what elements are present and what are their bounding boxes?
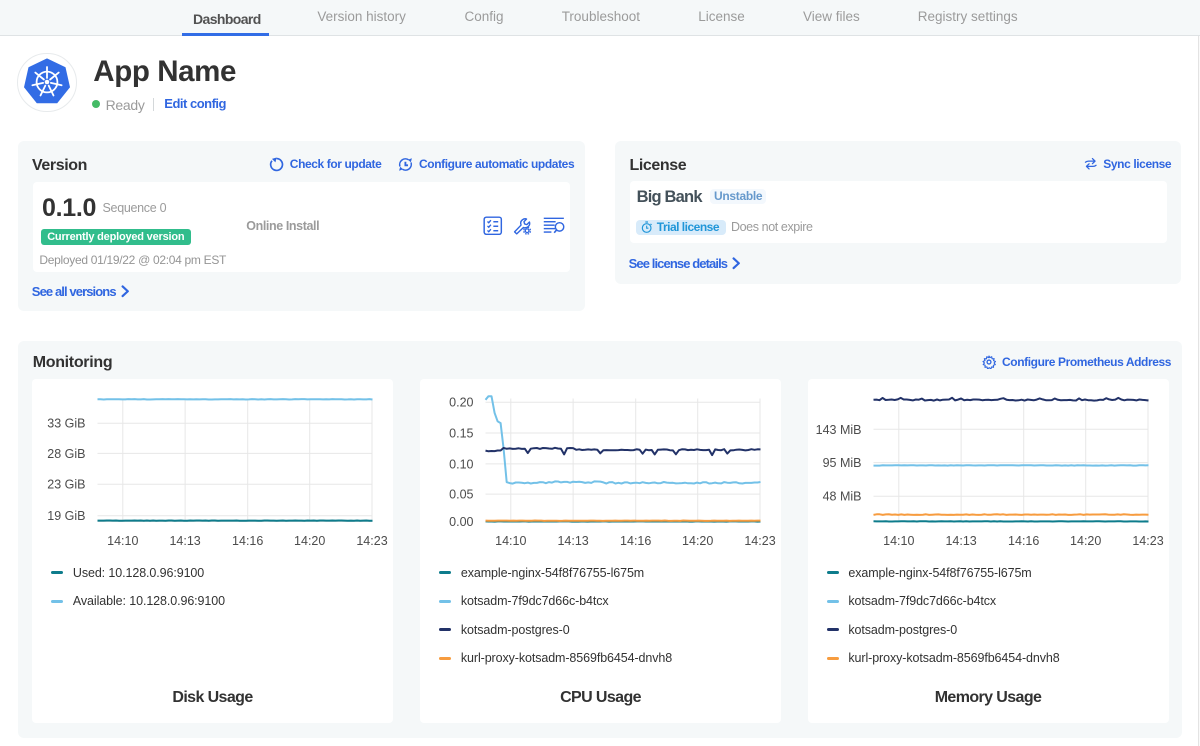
svg-text:48 MiB: 48 MiB xyxy=(822,490,861,504)
svg-text:14:20: 14:20 xyxy=(294,534,325,548)
svg-text:14:10: 14:10 xyxy=(883,534,914,548)
svg-text:28 GiB: 28 GiB xyxy=(47,447,85,461)
svg-text:95 MiB: 95 MiB xyxy=(822,456,861,470)
svg-text:14:23: 14:23 xyxy=(356,534,387,548)
svg-text:14:13: 14:13 xyxy=(945,534,976,548)
svg-text:14:10: 14:10 xyxy=(107,534,138,548)
svg-text:14:23: 14:23 xyxy=(1132,534,1163,548)
svg-text:14:10: 14:10 xyxy=(495,534,526,548)
svg-text:14:16: 14:16 xyxy=(232,534,263,548)
svg-text:14:23: 14:23 xyxy=(744,534,775,548)
svg-text:14:13: 14:13 xyxy=(557,534,588,548)
svg-text:14:16: 14:16 xyxy=(620,534,651,548)
svg-text:23 GiB: 23 GiB xyxy=(47,478,85,492)
svg-text:0.00: 0.00 xyxy=(449,515,473,529)
svg-text:14:20: 14:20 xyxy=(682,534,713,548)
svg-text:0.15: 0.15 xyxy=(449,427,473,441)
svg-text:14:20: 14:20 xyxy=(1070,534,1101,548)
svg-text:14:16: 14:16 xyxy=(1008,534,1039,548)
svg-text:33 GiB: 33 GiB xyxy=(47,417,85,431)
svg-text:0.10: 0.10 xyxy=(449,457,473,471)
svg-text:143 MiB: 143 MiB xyxy=(815,423,861,437)
svg-text:14:13: 14:13 xyxy=(169,534,200,548)
svg-text:19 GiB: 19 GiB xyxy=(47,509,85,523)
svg-text:0.20: 0.20 xyxy=(449,396,473,410)
svg-text:0.05: 0.05 xyxy=(449,488,473,502)
